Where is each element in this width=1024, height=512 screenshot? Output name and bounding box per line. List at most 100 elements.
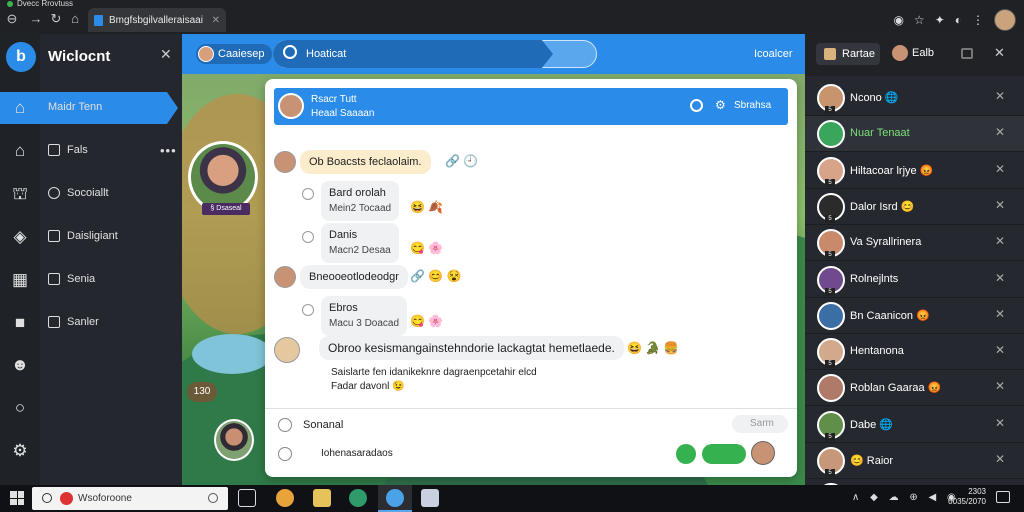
- channel-chip[interactable]: Caaiesep: [196, 44, 273, 64]
- settings-icon[interactable]: ⚙: [715, 98, 726, 112]
- folder-icon[interactable]: [313, 489, 331, 507]
- sidebar-item-daisligiant[interactable]: Daisligiant: [48, 230, 118, 242]
- friends-button[interactable]: Rartae: [816, 43, 880, 65]
- remove-friend-icon[interactable]: ✕: [995, 234, 1005, 248]
- remove-friend-icon[interactable]: ✕: [995, 343, 1005, 357]
- settings-icon[interactable]: ⚙: [10, 441, 30, 461]
- profile-avatar[interactable]: [994, 9, 1016, 31]
- reaction-emoji[interactable]: 🔗 🕘: [445, 154, 478, 168]
- voice-button[interactable]: [676, 444, 696, 464]
- friend-avatar[interactable]: 5: [817, 338, 845, 369]
- friend-avatar[interactable]: 5: [817, 84, 845, 114]
- friend-item[interactable]: Roblan Gaaraa 😡 ✕: [805, 370, 1024, 407]
- current-user[interactable]: Ealb: [892, 45, 934, 61]
- friend-avatar[interactable]: 5: [817, 265, 845, 296]
- grid-icon[interactable]: ▦: [10, 270, 30, 290]
- window-icon[interactable]: [961, 48, 973, 59]
- remove-friend-icon[interactable]: ✕: [995, 271, 1005, 285]
- house-icon[interactable]: ⌂: [10, 141, 30, 161]
- record-icon[interactable]: ◉: [893, 13, 903, 27]
- home-icon[interactable]: ⌂: [67, 11, 83, 27]
- friend-item[interactable]: 5 Va Syrallrinera ✕: [805, 225, 1024, 262]
- remove-friend-icon[interactable]: ✕: [995, 452, 1005, 466]
- friend-item[interactable]: Bn Caanicon 😡 ✕: [805, 298, 1024, 334]
- friend-avatar[interactable]: 5: [817, 410, 845, 441]
- friend-avatar[interactable]: [817, 374, 845, 403]
- close-panel-icon[interactable]: ✕: [160, 46, 172, 63]
- system-tray[interactable]: ∧ ◆ ☁ ⊕ ◀ ◉: [852, 492, 960, 503]
- emoji-icon[interactable]: [278, 418, 292, 432]
- store-icon[interactable]: [421, 489, 439, 507]
- friend-item[interactable]: 5 Dalor Isrd 😊 ✕: [805, 189, 1024, 225]
- messenger-icon[interactable]: [386, 489, 404, 507]
- friend-avatar[interactable]: 5: [817, 192, 845, 223]
- sidebar-item-sanler[interactable]: Sanler: [48, 316, 99, 328]
- remove-friend-icon[interactable]: ✕: [995, 379, 1005, 393]
- home-icon[interactable]: ⌂: [10, 98, 30, 118]
- forward-arrow-icon[interactable]: →: [28, 11, 44, 27]
- sidebar-item-senia[interactable]: Senia: [48, 273, 95, 285]
- friend-avatar[interactable]: [817, 120, 845, 149]
- reaction-emoji[interactable]: 😆 🍂: [410, 200, 443, 214]
- my-avatar[interactable]: [751, 441, 775, 465]
- friend-item[interactable]: Nuar Tenaat ✕: [805, 116, 1024, 153]
- attach-icon[interactable]: [278, 447, 292, 461]
- menu-icon[interactable]: ⋮: [972, 13, 984, 27]
- compass-icon[interactable]: ◈: [10, 227, 30, 247]
- square-icon[interactable]: ■: [10, 313, 30, 333]
- friend-avatar[interactable]: 5: [817, 229, 845, 260]
- bookmark-star-icon[interactable]: ☆: [914, 13, 925, 27]
- sender-avatar[interactable]: [274, 266, 296, 288]
- reaction-emoji[interactable]: 😋 🌸: [410, 241, 443, 255]
- close-icon[interactable]: ✕: [994, 45, 1005, 61]
- remove-friend-icon[interactable]: ✕: [995, 162, 1005, 176]
- reaction-emoji[interactable]: 🔗 😊 😵: [410, 269, 462, 283]
- contact-avatar[interactable]: [278, 93, 304, 119]
- circle-icon[interactable]: ○: [10, 398, 30, 418]
- remove-friend-icon[interactable]: ✕: [995, 89, 1005, 103]
- message-input[interactable]: Iohenasaradaos: [321, 448, 393, 459]
- sender-avatar[interactable]: [274, 337, 300, 363]
- start-menu-icon[interactable]: [10, 491, 24, 505]
- friend-avatar[interactable]: [817, 301, 845, 330]
- more-options-icon[interactable]: •••: [160, 143, 177, 158]
- header-action[interactable]: Sbrahsa: [734, 100, 771, 111]
- app-icon[interactable]: [349, 489, 367, 507]
- browser-tab[interactable]: Bmgfsbgilvalleraisaai ✕: [88, 8, 226, 32]
- emoji-icon[interactable]: ☻: [10, 355, 30, 375]
- extension-icon[interactable]: ✦: [935, 13, 945, 27]
- send-button[interactable]: Sarm: [732, 415, 788, 433]
- clock[interactable]: 2303 0035/2070: [946, 487, 986, 507]
- friend-item[interactable]: 5 Hiltacoar lrjye 😡 ✕: [805, 153, 1024, 189]
- chrome-icon[interactable]: [276, 489, 294, 507]
- remove-friend-icon[interactable]: ✕: [995, 198, 1005, 212]
- reload-icon[interactable]: ↻: [48, 11, 64, 27]
- back-arrow-icon[interactable]: ⊖: [4, 11, 20, 27]
- sidebar-item-fals[interactable]: Fals: [48, 144, 88, 156]
- user-avatar-small[interactable]: [214, 419, 254, 461]
- friend-item[interactable]: 5 Hentanona ✕: [805, 334, 1024, 371]
- sidebar-item-maidr-tenn[interactable]: Maidr Tenn: [48, 101, 102, 113]
- reaction-emoji[interactable]: 😋 🌸: [410, 314, 443, 328]
- notification-icon[interactable]: [996, 491, 1010, 503]
- remove-friend-icon[interactable]: ✕: [995, 307, 1005, 321]
- remove-friend-icon[interactable]: ✕: [995, 125, 1005, 139]
- close-tab-icon[interactable]: ✕: [212, 15, 220, 26]
- remove-friend-icon[interactable]: ✕: [995, 416, 1005, 430]
- taskbar-search[interactable]: Wsoforoone: [32, 487, 228, 510]
- reaction-emoji[interactable]: 😆 🐊 🍔: [627, 341, 679, 355]
- topbar-link[interactable]: Icoalcer: [754, 48, 793, 60]
- friend-item[interactable]: 5 Rolnejlnts ✕: [805, 262, 1024, 298]
- search-icon[interactable]: [690, 99, 703, 112]
- friend-item[interactable]: 5 😊 Raior ✕: [805, 443, 1024, 479]
- sender-avatar[interactable]: [274, 151, 296, 173]
- friend-item[interactable]: 5 Ncono 🌐 ✕: [805, 80, 1024, 116]
- friend-item[interactable]: 5 Dabe 🌐 ✕: [805, 407, 1024, 443]
- call-button[interactable]: [702, 444, 746, 464]
- friend-avatar[interactable]: 5: [817, 447, 845, 477]
- task-view-icon[interactable]: [238, 489, 256, 507]
- friend-avatar[interactable]: 5: [817, 156, 845, 187]
- sidebar-item-socoiallt[interactable]: Socoiallt: [48, 187, 109, 199]
- chat-icon[interactable]: ◐: [955, 13, 962, 27]
- building-icon[interactable]: ⛫: [10, 184, 30, 204]
